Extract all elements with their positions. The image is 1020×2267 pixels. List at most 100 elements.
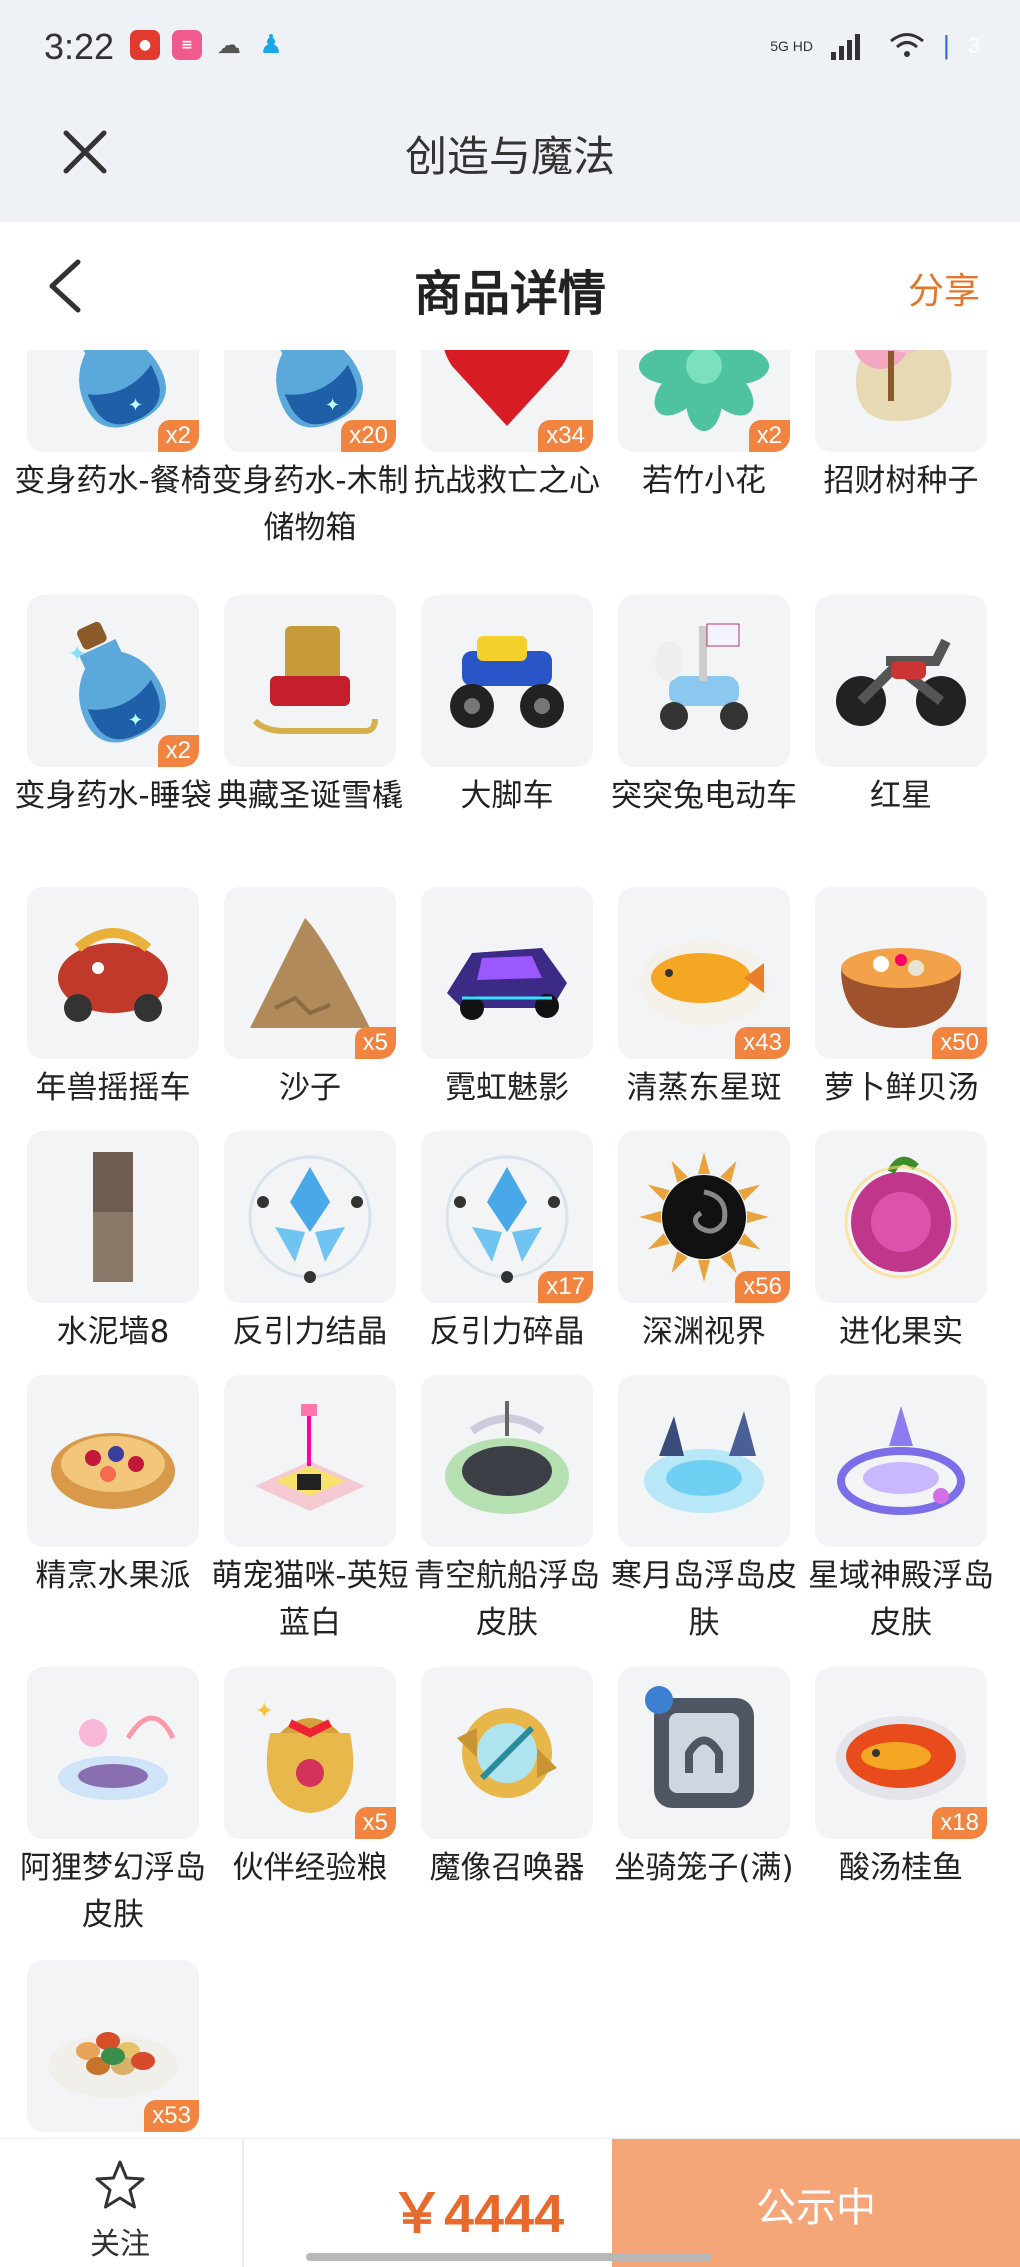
item-card[interactable]: 霓虹魅影 (421, 887, 593, 1112)
quantity-badge: x2 (157, 420, 199, 452)
monster-truck-icon (421, 595, 593, 767)
share-button[interactable]: 分享 (908, 262, 980, 314)
succulent-icon: x2 (618, 350, 790, 452)
abyss-icon: x56 (618, 1131, 790, 1303)
item-card[interactable]: x56 深渊视界 (618, 1131, 790, 1356)
potion-icon: ✦ ✦ x2 (27, 350, 199, 452)
item-name: 红星 (870, 778, 932, 814)
fruit-icon (815, 1131, 987, 1303)
app-title: 创造与魔法 (404, 132, 615, 181)
crystal-icon (224, 1131, 396, 1303)
item-name: 伙伴经验粮 (232, 1850, 388, 1886)
item-name: 抗战救亡之心 (414, 463, 600, 499)
quantity-badge: x53 (144, 2100, 199, 2132)
item-card[interactable]: 精烹水果派 (27, 1375, 199, 1600)
follow-label: 关注 (90, 2227, 150, 2262)
item-card[interactable]: x18 酸汤桂鱼 (815, 1667, 987, 1892)
lala-app-icon: ≡ (172, 30, 202, 60)
item-card[interactable]: 年兽摇摇车 (27, 887, 199, 1112)
item-card[interactable]: ✦ ✦ x2 变身药水-餐椅 (14, 350, 212, 505)
cat-house-icon (224, 1375, 396, 1547)
separator-icon: | (942, 30, 950, 60)
status-button[interactable]: 公示中 (612, 2139, 1020, 2267)
scooter-icon (618, 595, 790, 767)
item-name: 魔像召唤器 (429, 1850, 585, 1886)
island-dream-icon (27, 1667, 199, 1839)
status-time: 3:22 (44, 26, 115, 67)
battery-level: 3 (967, 32, 980, 58)
quantity-badge: x43 (735, 1027, 790, 1059)
neon-car-icon (421, 887, 593, 1059)
item-card[interactable]: 红星 (815, 595, 987, 820)
item-name: 大脚车 (460, 778, 554, 814)
quantity-badge: x17 (538, 1271, 593, 1303)
mini-app-header: 创造与魔法 (0, 95, 1020, 222)
item-name: 典藏圣诞雪橇 (217, 778, 403, 814)
item-card[interactable]: 阿狸梦幻浮岛皮肤 (20, 1667, 206, 1939)
item-card[interactable]: 萌宠猫咪-英短蓝白 (211, 1375, 409, 1647)
item-card[interactable]: x50 萝卜鲜贝汤 (815, 887, 987, 1112)
item-card[interactable]: 招财树种子 (815, 350, 987, 505)
sand-icon: x5 (224, 887, 396, 1059)
quantity-badge: x5 (354, 1027, 396, 1059)
item-card[interactable]: 寒月岛浮岛皮肤 (611, 1375, 797, 1647)
follow-button[interactable]: 关注 (60, 2157, 180, 2263)
item-card[interactable]: 坐骑笼子(满) (614, 1667, 794, 1892)
nut-plate-icon: x53 (27, 1960, 199, 2132)
qq-icon: ♟ (259, 30, 283, 60)
bottom-action-bar: 关注 ￥4444 公示中 (0, 2138, 1020, 2267)
item-name: 年兽摇摇车 (35, 1070, 191, 1106)
potion-icon: ✦ ✦ x2 (27, 595, 199, 767)
status-bar: 3:22 ● ≡ ☁ ♟ 5G HD | 3 (0, 0, 1020, 95)
island-ice-icon (618, 1375, 790, 1547)
quantity-badge: x20 (341, 420, 396, 452)
star-icon (95, 2160, 145, 2209)
item-name: 萌宠猫咪-英短蓝白 (211, 1558, 409, 1641)
item-name: 沙子 (279, 1070, 341, 1106)
potion-icon: ✦✦x20 (224, 350, 396, 452)
item-card[interactable]: 突突兔电动车 (611, 595, 797, 820)
quantity-badge: x18 (932, 1807, 987, 1839)
item-card[interactable]: 反引力结晶 (224, 1131, 396, 1356)
item-card[interactable]: ✦ ✦ x2 变身药水-睡袋 (14, 595, 212, 820)
item-name: 阿狸梦幻浮岛皮肤 (20, 1850, 206, 1933)
heart-icon: x34 (421, 350, 593, 452)
item-card[interactable]: 典藏圣诞雪橇 (217, 595, 403, 820)
item-card[interactable]: x34 抗战救亡之心 (414, 350, 600, 505)
tree-seed-icon (815, 350, 987, 452)
quantity-badge: x2 (157, 735, 199, 767)
svg-text:✦: ✦ (128, 395, 143, 416)
item-card[interactable]: x53 (27, 1960, 199, 2138)
wifi-icon (890, 32, 924, 57)
quantity-badge: x56 (735, 1271, 790, 1303)
item-card[interactable]: x17 反引力碎晶 (421, 1131, 593, 1356)
item-name: 突突兔电动车 (611, 778, 797, 814)
item-card[interactable]: ✦ x5 伙伴经验粮 (224, 1667, 396, 1892)
item-card[interactable]: 青空航船浮岛皮肤 (414, 1375, 600, 1647)
home-indicator[interactable] (306, 2253, 712, 2261)
item-name: 青空航船浮岛皮肤 (414, 1558, 600, 1641)
network-label: 5G HD (770, 37, 813, 54)
item-name: 清蒸东星斑 (626, 1070, 782, 1106)
sleigh-icon (224, 595, 396, 767)
item-card[interactable]: 水泥墙8 (27, 1131, 199, 1356)
item-name: 若竹小花 (642, 463, 766, 499)
food-bag-icon: ✦ x5 (224, 1667, 396, 1839)
divider (242, 2139, 244, 2267)
svg-text:✦: ✦ (265, 350, 283, 352)
cage-icon (618, 1667, 790, 1839)
wall-icon (27, 1131, 199, 1303)
item-card[interactable]: 魔像召唤器 (421, 1667, 593, 1892)
item-card[interactable]: x2 若竹小花 (618, 350, 790, 505)
item-card[interactable]: x43 清蒸东星斑 (618, 887, 790, 1112)
status-app-icons: ● ≡ ☁ ♟ (130, 30, 286, 60)
svg-text:✦: ✦ (68, 642, 86, 667)
quantity-badge: x5 (354, 1807, 396, 1839)
item-card[interactable]: ✦✦x20变身药水-木制储物箱 (211, 350, 409, 552)
item-name: 水泥墙8 (56, 1314, 170, 1350)
item-name: 变身药水-木制储物箱 (211, 463, 409, 546)
item-card[interactable]: 进化果实 (815, 1131, 987, 1356)
item-card[interactable]: 星域神殿浮岛皮肤 (808, 1375, 994, 1647)
item-card[interactable]: 大脚车 (421, 595, 593, 820)
item-card[interactable]: x5 沙子 (224, 887, 396, 1112)
